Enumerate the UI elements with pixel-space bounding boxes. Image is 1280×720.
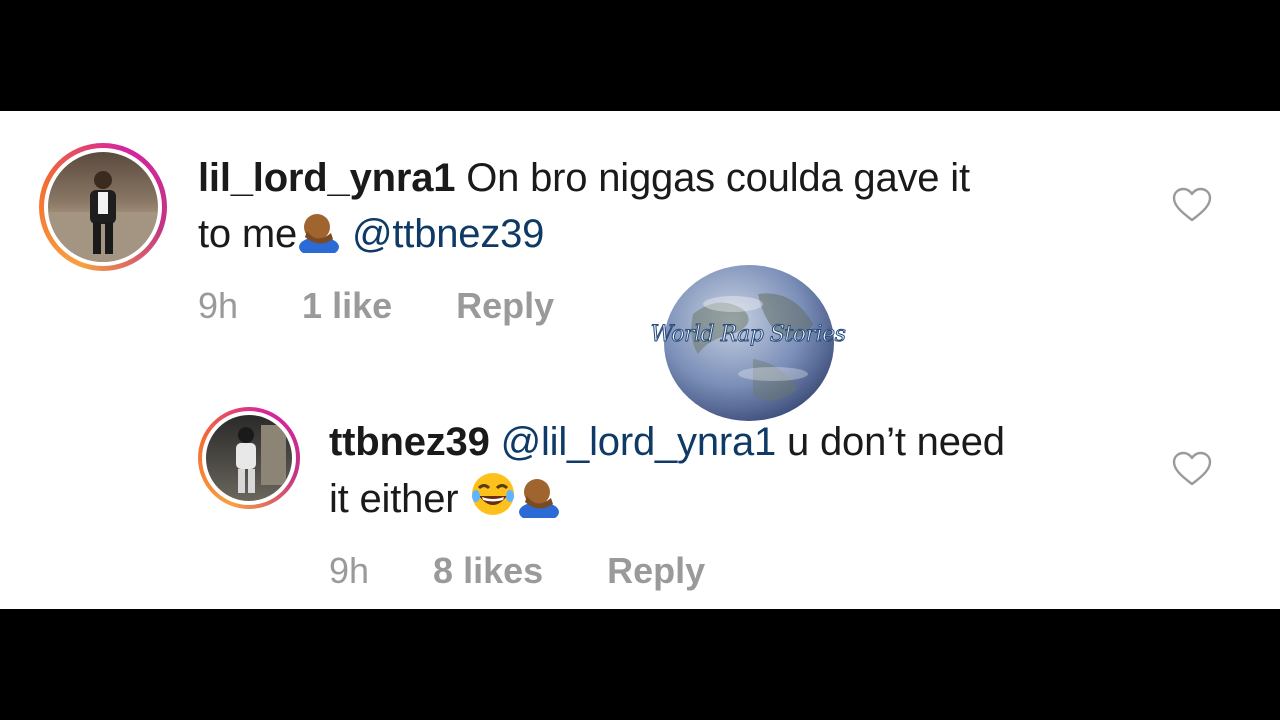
avatar-photo — [202, 411, 296, 505]
reply-button[interactable]: Reply — [607, 550, 705, 592]
comment-time: 9h — [329, 550, 370, 591]
comment-text-line2: it either — [329, 477, 459, 521]
comment-meta: 9h 8 likes Reply — [329, 550, 705, 592]
facepalm-emoji — [299, 214, 340, 253]
heart-icon[interactable] — [1172, 187, 1212, 223]
laughing-emoji — [472, 473, 515, 515]
avatar[interactable] — [39, 143, 167, 271]
comment-meta: 9h 1 like Reply — [198, 285, 554, 327]
comment-username[interactable]: lil_lord_ynra1 — [198, 156, 456, 200]
watermark-text: World Rap Stories — [650, 322, 846, 348]
reply-button[interactable]: Reply — [456, 285, 554, 327]
person-silhouette — [48, 171, 158, 262]
comment-time: 9h — [198, 285, 239, 326]
comment-text-line2: to me — [198, 212, 298, 256]
heart-icon[interactable] — [1172, 451, 1212, 487]
facepalm-emoji — [519, 479, 560, 518]
comment-text-line1: u don’t need — [787, 420, 1005, 464]
comment-username[interactable]: ttbnez39 — [329, 420, 490, 464]
person-silhouette — [236, 425, 286, 493]
avatar[interactable] — [198, 407, 300, 509]
comment-text-line1: On bro niggas coulda gave it — [466, 156, 970, 200]
comment-body: ttbnez39 @lil_lord_ynra1 u don’t need it… — [329, 414, 1169, 527]
likes-count[interactable]: 8 likes — [433, 550, 543, 592]
mention-link[interactable]: @lil_lord_ynra1 — [501, 420, 777, 464]
avatar-photo — [44, 148, 162, 266]
likes-count[interactable]: 1 like — [302, 285, 392, 327]
comment-body: lil_lord_ynra1 On bro niggas coulda gave… — [198, 150, 1158, 262]
mention-link[interactable]: @ttbnez39 — [352, 212, 544, 256]
